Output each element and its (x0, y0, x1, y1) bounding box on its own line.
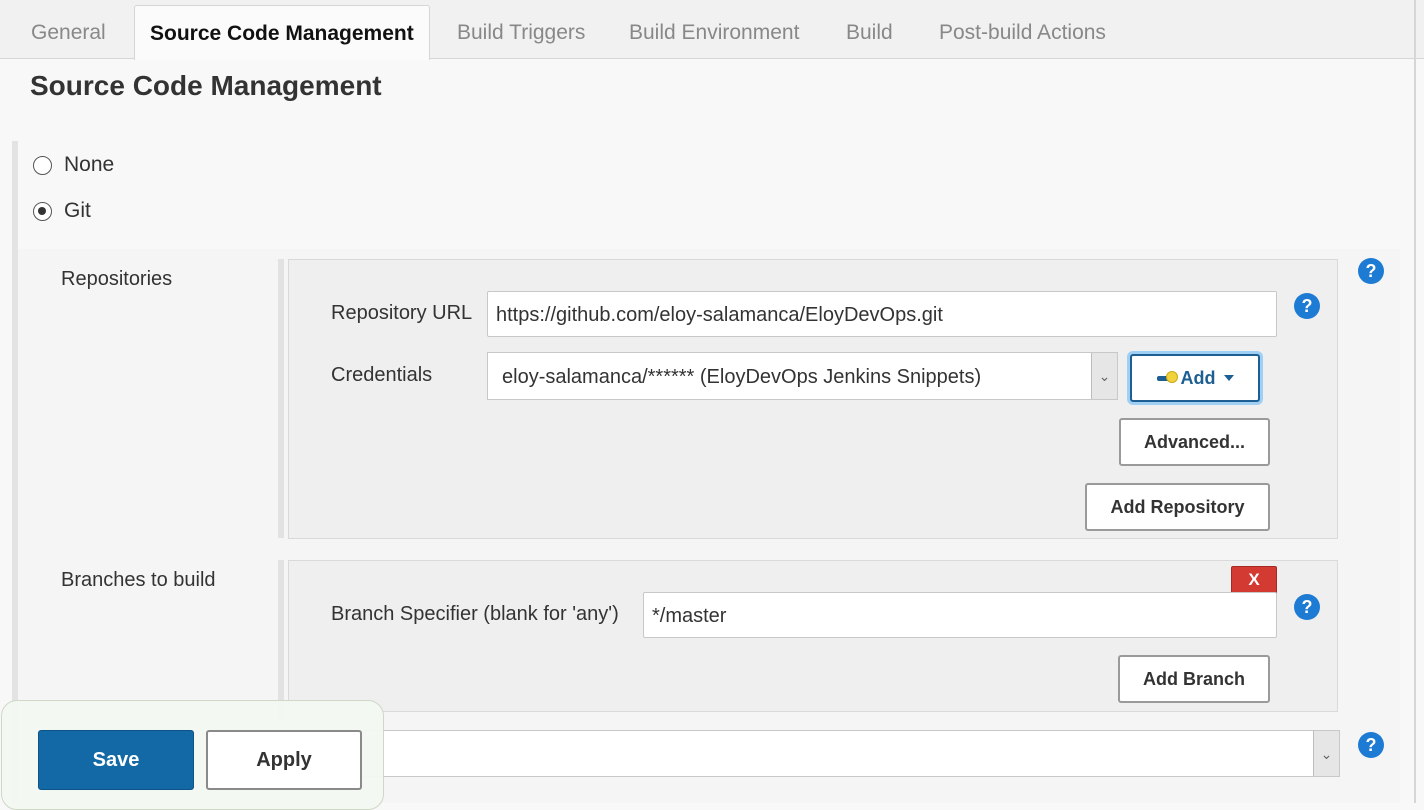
repositories-rule (278, 259, 284, 538)
tab-general[interactable]: General (31, 0, 106, 59)
tab-build-environment[interactable]: Build Environment (629, 0, 799, 59)
add-branch-button[interactable]: Add Branch (1118, 655, 1270, 703)
repositories-label: Repositories (61, 268, 173, 290)
tab-post-build-actions[interactable]: Post-build Actions (939, 0, 1106, 59)
page-scroll-edge (1414, 0, 1416, 803)
add-repository-button[interactable]: Add Repository (1085, 483, 1270, 531)
tab-source-code-management[interactable]: Source Code Management (134, 5, 430, 60)
radio-git[interactable] (33, 201, 52, 221)
branches-rule (278, 560, 284, 720)
repository-url-input[interactable]: https://github.com/eloy-salamanca/EloyDe… (487, 291, 1277, 337)
radio-none[interactable] (33, 155, 52, 175)
branches-to-build-label: Branches to build (61, 569, 216, 591)
delete-branch-button[interactable]: X (1231, 566, 1277, 594)
config-tab-bar: General Source Code Management Build Tri… (0, 0, 1424, 60)
scm-option-none-label: None (64, 153, 115, 176)
branch-specifier-help-icon[interactable]: ? (1294, 594, 1320, 620)
scm-option-none[interactable]: None (33, 152, 114, 178)
repository-browser-select[interactable]: ⌄ (288, 730, 1340, 777)
add-credentials-label: Add (1180, 367, 1216, 388)
tab-build-triggers[interactable]: Build Triggers (457, 0, 585, 59)
apply-button[interactable]: Apply (206, 730, 362, 790)
chevron-down-icon: ⌄ (1091, 353, 1117, 399)
credentials-label: Credentials (331, 364, 433, 386)
caret-down-icon (1223, 375, 1234, 381)
repository-url-help-icon[interactable]: ? (1294, 293, 1320, 319)
key-icon (1156, 371, 1179, 385)
branch-specifier-input[interactable]: */master (643, 592, 1277, 638)
advanced-button[interactable]: Advanced... (1119, 418, 1270, 466)
scm-option-git[interactable]: Git (33, 198, 91, 224)
branch-specifier-label: Branch Specifier (blank for 'any') (331, 603, 619, 625)
section-title: Source Code Management (30, 70, 382, 101)
repository-browser-help-icon[interactable]: ? (1358, 732, 1384, 758)
save-button[interactable]: Save (38, 730, 194, 790)
scm-option-git-label: Git (64, 199, 91, 222)
credentials-select[interactable]: eloy-salamanca/****** (EloyDevOps Jenkin… (487, 352, 1118, 400)
add-credentials-button[interactable]: Add (1130, 354, 1260, 402)
chevron-down-icon: ⌄ (1313, 731, 1339, 776)
repositories-help-icon[interactable]: ? (1358, 258, 1384, 284)
repository-url-label: Repository URL (331, 302, 473, 324)
tab-build[interactable]: Build (846, 0, 893, 59)
credentials-selected-value: eloy-salamanca/****** (EloyDevOps Jenkin… (502, 366, 982, 388)
